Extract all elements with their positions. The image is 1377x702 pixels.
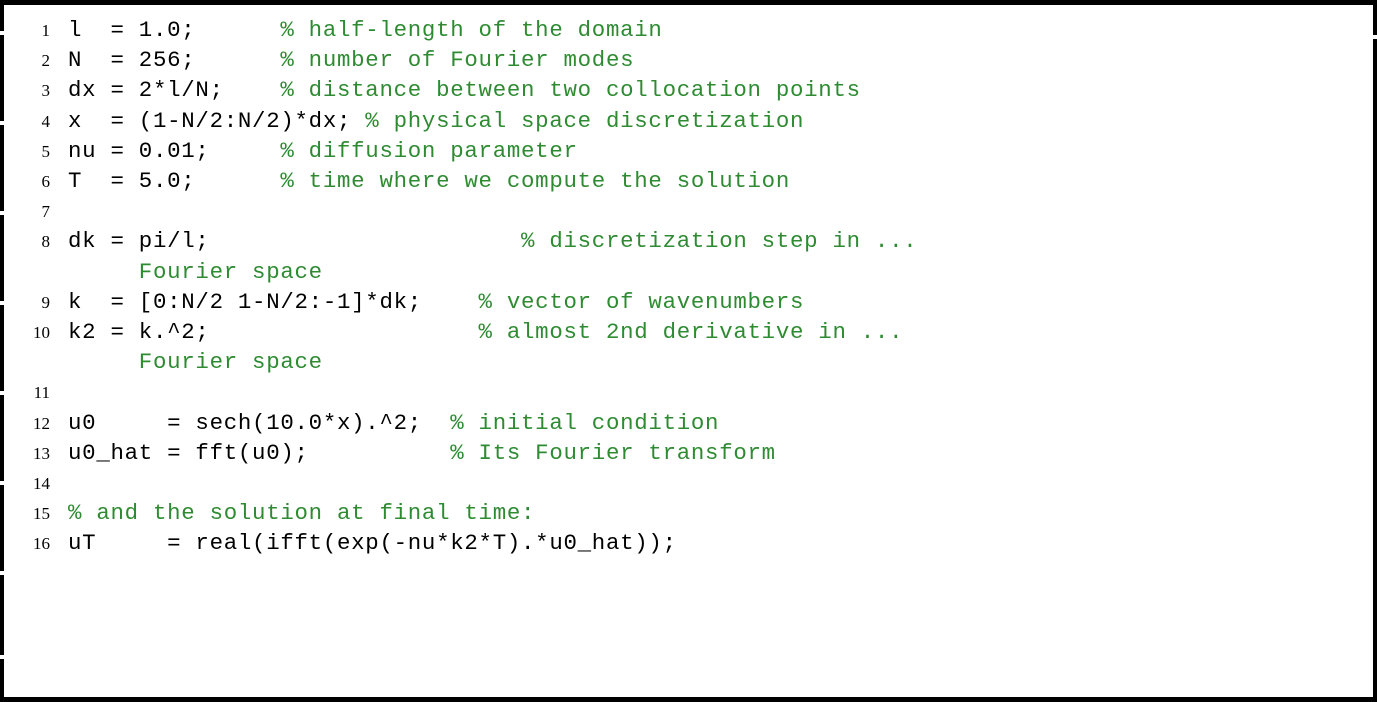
code-line: 13 u0_hat = fft(u0); % Its Fourier transf… xyxy=(4,438,1373,468)
code-statement: uT = real(ifft(exp(-nu*k2*T).*u0_hat)); xyxy=(68,530,677,557)
code-line: 7 xyxy=(4,196,1373,226)
line-number: 9 xyxy=(41,292,51,312)
code-text: nu = 0.01; % diffusion parameter xyxy=(68,136,578,166)
left-rule-notch xyxy=(0,481,5,485)
code-statement: T = 5.0; xyxy=(68,168,281,194)
line-number: 11 xyxy=(33,383,50,403)
code-statement: l = 1.0; xyxy=(68,17,281,43)
line-number: 5 xyxy=(41,141,51,161)
code-statement: u0_hat = fft(u0); xyxy=(68,439,451,466)
code-line: 12 u0 = sech(10.0*x).^2; % initial condit… xyxy=(4,408,1373,438)
line-number: 1 xyxy=(41,21,51,40)
code-comment: % vector of wavenumbers xyxy=(478,288,805,315)
code-line: 5 nu = 0.01; % diffusion parameter xyxy=(4,136,1373,166)
left-rule-notch xyxy=(0,31,5,35)
code-text: T = 5.0; % time where we compute the sol… xyxy=(68,166,790,196)
code-line: 9 k = [0:N/2 1-N/2:-1]*dk; % vector of wa… xyxy=(4,287,1373,317)
left-rule-notch xyxy=(0,301,5,305)
line-number: 13 xyxy=(33,443,50,463)
code-text: k = [0:N/2 1-N/2:-1]*dk; % vector of wav… xyxy=(68,287,804,317)
left-rule-notch xyxy=(0,121,5,125)
code-comment: % half-length of the domain xyxy=(280,17,663,43)
code-line: 10 k2 = k.^2; % almost 2nd derivative in … xyxy=(4,317,1373,347)
code-statement: dx = 2*l/N; xyxy=(68,77,281,104)
code-line: 2 N = 256; % number of Fourier modes xyxy=(4,45,1373,75)
code-line: 1 l = 1.0; % half-length of the domain xyxy=(4,15,1373,45)
line-number: 16 xyxy=(33,534,50,554)
line-number: 6 xyxy=(41,172,51,191)
code-text: u0_hat = fft(u0); % Its Fourier transfor… xyxy=(68,438,776,468)
code-statement: nu = 0.01; xyxy=(68,137,281,164)
code-line-continuation: Fourier space xyxy=(4,347,1373,377)
code-text: x = (1-N/2:N/2)*dx; % physical space dis… xyxy=(68,106,804,136)
left-rule-notch xyxy=(0,655,5,659)
code-comment: % and the solution at final time: xyxy=(68,500,536,527)
code-line: 16 uT = real(ifft(exp(-nu*k2*T).*u0_hat))… xyxy=(4,528,1373,558)
line-number: 3 xyxy=(41,81,51,101)
code-line: 8 dk = pi/l; % discretization step in ... xyxy=(4,226,1373,256)
code-text: l = 1.0; % half-length of the domain xyxy=(68,15,663,45)
code-statement: u0 = sech(10.0*x).^2; xyxy=(68,409,451,436)
code-line: 3 dx = 2*l/N; % distance between two coll… xyxy=(4,75,1373,105)
line-number: 10 xyxy=(33,323,50,342)
code-comment: % distance between two collocation point… xyxy=(280,77,861,104)
right-rule-notch xyxy=(1372,35,1377,39)
code-text: dk = pi/l; % discretization step in ... xyxy=(68,226,917,256)
code-statement: dk = pi/l; xyxy=(68,228,522,255)
code-comment: % number of Fourier modes xyxy=(280,47,635,74)
code-comment: % physical space discretization xyxy=(365,107,805,134)
code-line: 11 xyxy=(4,377,1373,407)
left-rule-notch xyxy=(0,211,5,215)
code-comment: % Its Fourier transform xyxy=(450,439,776,466)
line-number: 15 xyxy=(33,504,50,524)
line-number: 2 xyxy=(41,51,51,71)
code-comment-continuation: Fourier space xyxy=(68,258,323,285)
code-statement: x = (1-N/2:N/2)*dx; xyxy=(68,107,366,134)
code-text: u0 = sech(10.0*x).^2; % initial conditio… xyxy=(68,408,719,438)
code-text: uT = real(ifft(exp(-nu*k2*T).*u0_hat)); xyxy=(68,528,677,558)
code-line-continuation: Fourier space xyxy=(4,257,1373,287)
code-comment: % initial condition xyxy=(450,409,720,436)
code-text: k2 = k.^2; % almost 2nd derivative in ..… xyxy=(68,317,903,347)
code-text: dx = 2*l/N; % distance between two collo… xyxy=(68,75,861,105)
code-comment: % diffusion parameter xyxy=(280,137,578,164)
code-listing-frame: 1 l = 1.0; % half-length of the domain 2 N … xyxy=(0,0,1377,702)
line-number: 8 xyxy=(41,232,51,252)
code-text: N = 256; % number of Fourier modes xyxy=(68,45,634,75)
code-statement: N = 256; xyxy=(68,47,281,74)
code-line: 14 xyxy=(4,468,1373,498)
line-number: 12 xyxy=(33,413,50,433)
code-line: 4 x = (1-N/2:N/2)*dx; % physical space di… xyxy=(4,106,1373,136)
line-number: 7 xyxy=(41,202,51,222)
line-number: 14 xyxy=(33,474,50,493)
code-comment: % time where we compute the solution xyxy=(280,168,790,194)
code-statement: k2 = k.^2; xyxy=(68,319,479,345)
code-comment: % discretization step in ... xyxy=(521,228,918,255)
code-line: 15 % and the solution at final time: xyxy=(4,498,1373,528)
code-comment: % almost 2nd derivative in ... xyxy=(478,319,904,345)
left-rule-notch xyxy=(0,571,5,575)
left-rule-notch xyxy=(0,391,5,395)
code-text: % and the solution at final time: xyxy=(68,498,535,528)
line-number: 4 xyxy=(41,111,51,131)
code-line: 6 T = 5.0; % time where we compute the so… xyxy=(4,166,1373,196)
code-comment-continuation: Fourier space xyxy=(68,349,323,376)
code-statement: k = [0:N/2 1-N/2:-1]*dk; xyxy=(68,288,479,315)
